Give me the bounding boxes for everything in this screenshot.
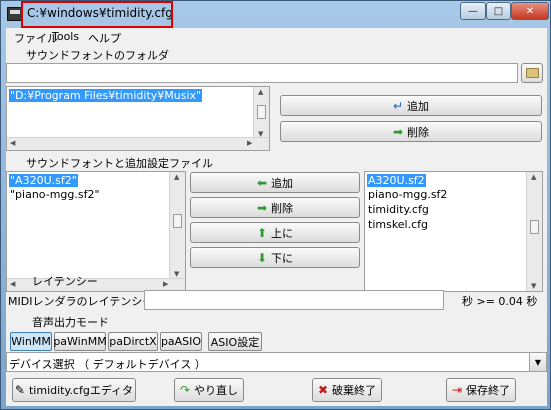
dropdown-arrow-icon[interactable]: ▼: [529, 353, 546, 371]
menu-help[interactable]: ヘルプ: [88, 30, 121, 46]
title-bar: C:¥windows¥timidity.cfg — □ ✕: [1, 1, 550, 28]
redo-arrow-icon: ↷: [179, 383, 191, 397]
client-area: ファイル Tools ヘルプ サウンドフォントのフォルダ "D:¥Program…: [6, 28, 547, 406]
asio-settings-button[interactable]: ASIO設定: [208, 332, 262, 351]
latency-unit-text: 秒 >= 0.04 秒: [462, 295, 538, 308]
main-window: C:¥windows¥timidity.cfg — □ ✕ ファイル Tools…: [0, 0, 551, 410]
folder-path-input[interactable]: [6, 63, 518, 83]
enter-arrow-icon: ↵: [392, 98, 404, 113]
redo-button[interactable]: ↷ やり直し: [174, 378, 244, 402]
scroll-thumb[interactable]: [530, 220, 539, 234]
menu-bar: ファイル Tools ヘルプ: [6, 28, 547, 45]
folder-icon: [525, 68, 539, 78]
latency-section-label: レイテンシー: [32, 275, 98, 288]
save-exit-icon: ⇥: [451, 383, 463, 397]
move-up-button[interactable]: ⬆ 上に: [190, 222, 360, 243]
scroll-down-icon: ▼: [174, 270, 180, 278]
menu-tools[interactable]: Tools: [52, 30, 79, 43]
scroll-down-icon: ▼: [531, 282, 537, 290]
available-files-list[interactable]: A320U.sf2 piano-mgg.sf2 timidity.cfg tim…: [364, 171, 543, 292]
list-item[interactable]: "A320U.sf2": [9, 174, 78, 187]
latency-input[interactable]: [144, 290, 444, 310]
arrow-down-icon: ⬇: [256, 250, 268, 265]
maximize-button[interactable]: □: [486, 2, 511, 20]
list-item[interactable]: "D:¥Program Files¥timidity¥Musix": [9, 89, 203, 102]
move-down-button[interactable]: ⬇ 下に: [190, 247, 360, 268]
scroll-thumb[interactable]: [257, 105, 266, 119]
scroll-up-icon: ▲: [258, 88, 264, 96]
arrow-left-icon: ⬅: [256, 175, 268, 190]
selected-list-vscroll[interactable]: ▲ ▼: [169, 172, 185, 279]
add-file-button[interactable]: ⬅ 追加: [190, 172, 360, 193]
list-item[interactable]: timskel.cfg: [367, 218, 429, 231]
cfg-editor-button[interactable]: ✎ timidity.cfgエディタ: [12, 378, 136, 402]
scroll-right-icon: ▶: [163, 280, 169, 288]
list-item[interactable]: timidity.cfg: [367, 203, 430, 216]
mode-pawinmm-button[interactable]: paWinMM: [53, 332, 107, 351]
discard-exit-button[interactable]: ✖ 破棄終了: [312, 378, 382, 402]
soundfont-files-label: サウンドフォントと追加設定ファイル: [26, 157, 213, 170]
scroll-up-icon: ▲: [174, 173, 180, 181]
available-list-vscroll[interactable]: ▲ ▼: [526, 172, 542, 291]
scroll-left-icon: ◀: [10, 139, 16, 147]
add-folder-button[interactable]: ↵ 追加: [280, 95, 542, 116]
minimize-button[interactable]: —: [460, 2, 486, 20]
browse-folder-button[interactable]: [521, 63, 543, 83]
title-highlight-box: [21, 1, 173, 28]
folder-list-vscroll[interactable]: ▲ ▼: [253, 87, 269, 139]
mode-padirectx-button[interactable]: paDirctX: [108, 332, 158, 351]
scroll-left-icon: ◀: [10, 280, 16, 288]
device-select-value: デバイス選択 （ デフォルトデバイス ）: [9, 358, 206, 371]
close-button[interactable]: ✕: [511, 2, 549, 20]
delete-file-button[interactable]: ➡ 削除: [190, 197, 360, 218]
midi-latency-label: MIDIレンダラのレイテンシー: [8, 295, 154, 308]
list-item[interactable]: A320U.sf2: [367, 174, 426, 187]
arrow-right-icon: ➡: [256, 200, 268, 215]
folder-list-hscroll[interactable]: ◀ ▶: [7, 137, 269, 150]
device-select[interactable]: デバイス選択 （ デフォルトデバイス ） ▼: [6, 352, 547, 372]
soundfont-folder-label: サウンドフォントのフォルダ: [26, 49, 169, 62]
mode-paasio-button[interactable]: paASIO: [160, 332, 202, 351]
edit-icon: ✎: [14, 383, 25, 397]
list-item[interactable]: piano-mgg.sf2: [367, 188, 448, 201]
delete-folder-button[interactable]: ➡ 削除: [280, 121, 542, 142]
folder-list[interactable]: "D:¥Program Files¥timidity¥Musix" ▲ ▼ ◀ …: [6, 86, 270, 151]
arrow-right-icon: ➡: [392, 124, 404, 139]
mode-winmm-button[interactable]: WinMM: [10, 332, 52, 351]
scroll-thumb[interactable]: [173, 214, 182, 228]
arrow-up-icon: ⬆: [256, 225, 268, 240]
scroll-right-icon: ▶: [247, 139, 253, 147]
list-item[interactable]: "piano-mgg.sf2": [9, 188, 101, 201]
cancel-x-icon: ✖: [317, 383, 329, 397]
audio-mode-label: 音声出力モード: [32, 316, 109, 329]
scroll-up-icon: ▲: [531, 173, 537, 181]
save-exit-button[interactable]: ⇥ 保存終了: [446, 378, 516, 402]
